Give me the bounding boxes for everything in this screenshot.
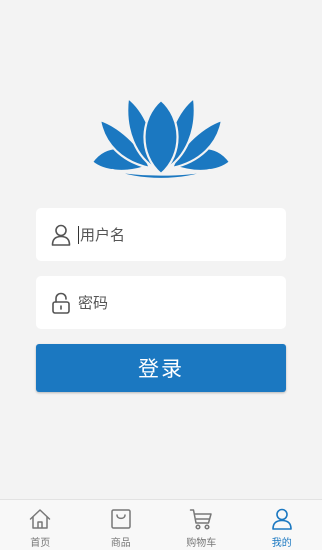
home-icon: [30, 509, 51, 529]
cart-icon: [190, 509, 212, 530]
tab-products[interactable]: 商品: [81, 500, 162, 550]
tab-home[interactable]: 首页: [0, 500, 81, 550]
lotus-logo: [90, 96, 232, 180]
shopping-bag-icon: [111, 509, 131, 529]
user-icon: [271, 508, 292, 530]
login-button[interactable]: 登录: [36, 344, 286, 392]
tab-cart-label: 购物车: [186, 538, 217, 549]
username-input[interactable]: [80, 225, 270, 244]
lock-icon: [50, 291, 72, 315]
tab-products-label: 商品: [110, 538, 131, 549]
bottom-tab-bar: 首页 商品 购物车 我的: [0, 499, 322, 550]
password-input[interactable]: [78, 293, 268, 312]
tab-cart[interactable]: 购物车: [161, 500, 242, 550]
user-icon: [50, 223, 72, 247]
tab-mine-label: 我的: [271, 538, 292, 549]
tab-mine[interactable]: 我的: [242, 500, 322, 550]
text-cursor: [78, 225, 79, 244]
tab-home-label: 首页: [30, 538, 51, 549]
password-field[interactable]: [36, 276, 286, 329]
username-field[interactable]: [36, 208, 286, 261]
